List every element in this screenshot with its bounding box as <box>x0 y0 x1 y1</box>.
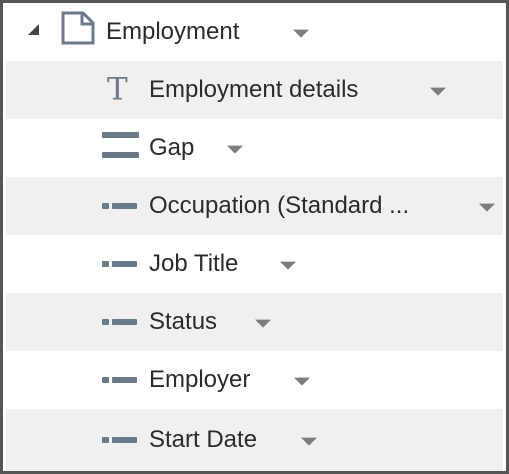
tree-item-occupation[interactable]: Occupation (Standard ... <box>6 177 503 235</box>
field-icon <box>102 261 137 267</box>
chevron-down-icon[interactable] <box>301 437 317 446</box>
tree-item-job-title[interactable]: Job Title <box>6 235 503 293</box>
field-icon <box>102 377 137 383</box>
tree-item-label: Start Date <box>149 426 258 453</box>
collapse-toggle-icon[interactable] <box>28 24 39 35</box>
chevron-down-icon[interactable] <box>430 87 446 96</box>
chevron-down-icon[interactable] <box>227 145 243 154</box>
chevron-down-icon[interactable] <box>255 319 271 328</box>
tree-node-employment[interactable]: Employment <box>6 3 503 61</box>
tree-item-label: Occupation (Standard ... <box>149 192 410 219</box>
chevron-down-icon[interactable] <box>280 261 296 270</box>
chevron-down-icon[interactable] <box>294 377 310 386</box>
tree-item-label: Employment details <box>149 76 359 103</box>
tree-node-label: Employment <box>106 18 240 45</box>
field-icon <box>102 319 137 325</box>
text-icon: T <box>107 71 128 108</box>
page-icon <box>61 11 95 50</box>
field-tree: Employment T Employment details Gap Occu… <box>0 0 509 474</box>
field-icon <box>102 203 137 209</box>
tree-item-label: Gap <box>149 134 195 161</box>
field-icon <box>102 437 137 443</box>
tree-item-gap[interactable]: Gap <box>6 119 503 177</box>
tree-item-label: Employer <box>149 366 251 393</box>
chevron-down-icon[interactable] <box>479 203 495 212</box>
chevron-down-icon[interactable] <box>293 29 309 38</box>
tree-item-status[interactable]: Status <box>6 293 503 351</box>
gap-icon <box>102 132 139 164</box>
tree-item-start-date[interactable]: Start Date <box>6 409 503 471</box>
tree-item-employer[interactable]: Employer <box>6 351 503 409</box>
tree-item-label: Job Title <box>149 250 239 277</box>
tree-item-label: Status <box>149 308 218 335</box>
tree-item-employment-details[interactable]: T Employment details <box>6 61 503 119</box>
